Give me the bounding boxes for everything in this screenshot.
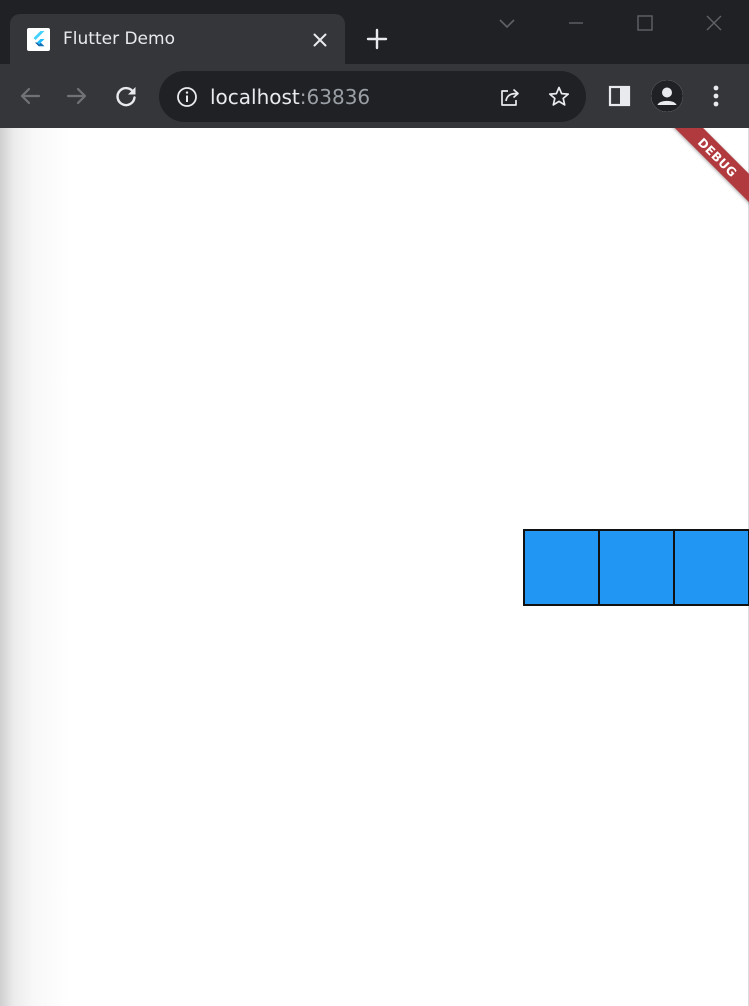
arrow-right-icon[interactable] [61, 80, 93, 112]
blue-box [673, 529, 749, 606]
browser-toolbar: localhost:63836 [0, 64, 749, 128]
browser-titlebar: Flutter Demo [0, 0, 749, 64]
kebab-menu-icon[interactable] [700, 80, 732, 112]
debug-banner-label: DEBUG [694, 135, 740, 181]
left-edge-shadow [0, 128, 70, 1006]
arrow-left-icon[interactable] [14, 80, 46, 112]
close-tab-icon[interactable] [308, 28, 332, 52]
tab-search-chevron-icon[interactable] [493, 10, 521, 38]
blue-box-row [523, 529, 749, 606]
debug-banner: DEBUG [657, 128, 749, 218]
flutter-app-canvas[interactable]: DEBUG [0, 128, 749, 1006]
minimize-icon[interactable] [562, 10, 590, 38]
address-bar[interactable]: localhost:63836 [159, 71, 586, 122]
profile-avatar[interactable] [651, 80, 683, 112]
browser-tab[interactable]: Flutter Demo [10, 14, 345, 64]
flutter-logo-icon [27, 28, 50, 51]
blue-box [523, 529, 600, 606]
maximize-icon[interactable] [631, 10, 659, 38]
share-icon[interactable] [497, 84, 523, 110]
reload-icon[interactable] [110, 80, 142, 112]
blue-box [598, 529, 675, 606]
info-icon[interactable] [174, 84, 200, 110]
side-panel-icon[interactable] [603, 80, 635, 112]
new-tab-icon[interactable] [363, 25, 391, 53]
url-text[interactable]: localhost:63836 [210, 84, 370, 110]
star-icon[interactable] [546, 84, 572, 110]
url-host: localhost [210, 85, 300, 109]
url-port: :63836 [299, 85, 371, 109]
tab-title: Flutter Demo [63, 29, 175, 49]
close-window-icon[interactable] [700, 10, 728, 38]
person-icon [651, 80, 683, 112]
